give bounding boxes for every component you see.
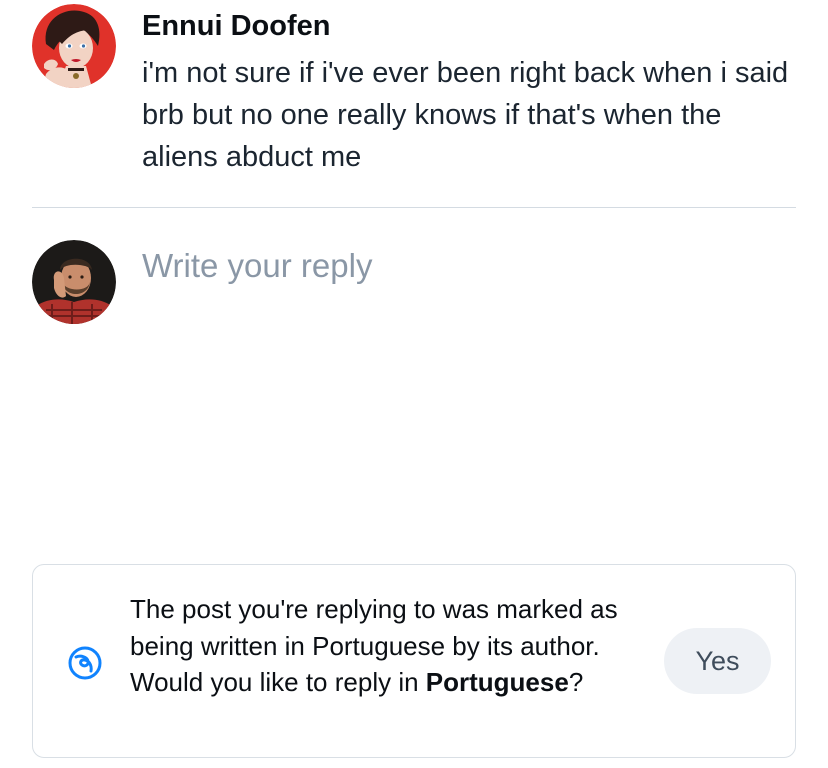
parent-post-text: i'm not sure if i've ever been right bac… — [142, 57, 789, 173]
current-user-avatar — [32, 240, 116, 324]
suggested-language: Portuguese — [425, 667, 569, 697]
yes-reply-in-language-button[interactable]: Yes — [664, 628, 771, 694]
language-suggestion-card: The post you're replying to was marked a… — [32, 564, 796, 758]
parent-author-avatar[interactable] — [32, 4, 116, 88]
parent-post: Ennui Doofen i'm not sure if i've ever b… — [32, 0, 796, 208]
language-suggestion-question-mark: ? — [568, 667, 584, 697]
parent-author-name[interactable]: Ennui Doofen — [142, 8, 330, 44]
translate-language-icon — [67, 645, 103, 681]
reply-composer-screen: Ennui Doofen i'm not sure if i've ever b… — [0, 0, 828, 768]
language-suggestion-text: The post you're replying to was marked a… — [130, 591, 650, 701]
reply-text-input[interactable] — [142, 240, 782, 530]
